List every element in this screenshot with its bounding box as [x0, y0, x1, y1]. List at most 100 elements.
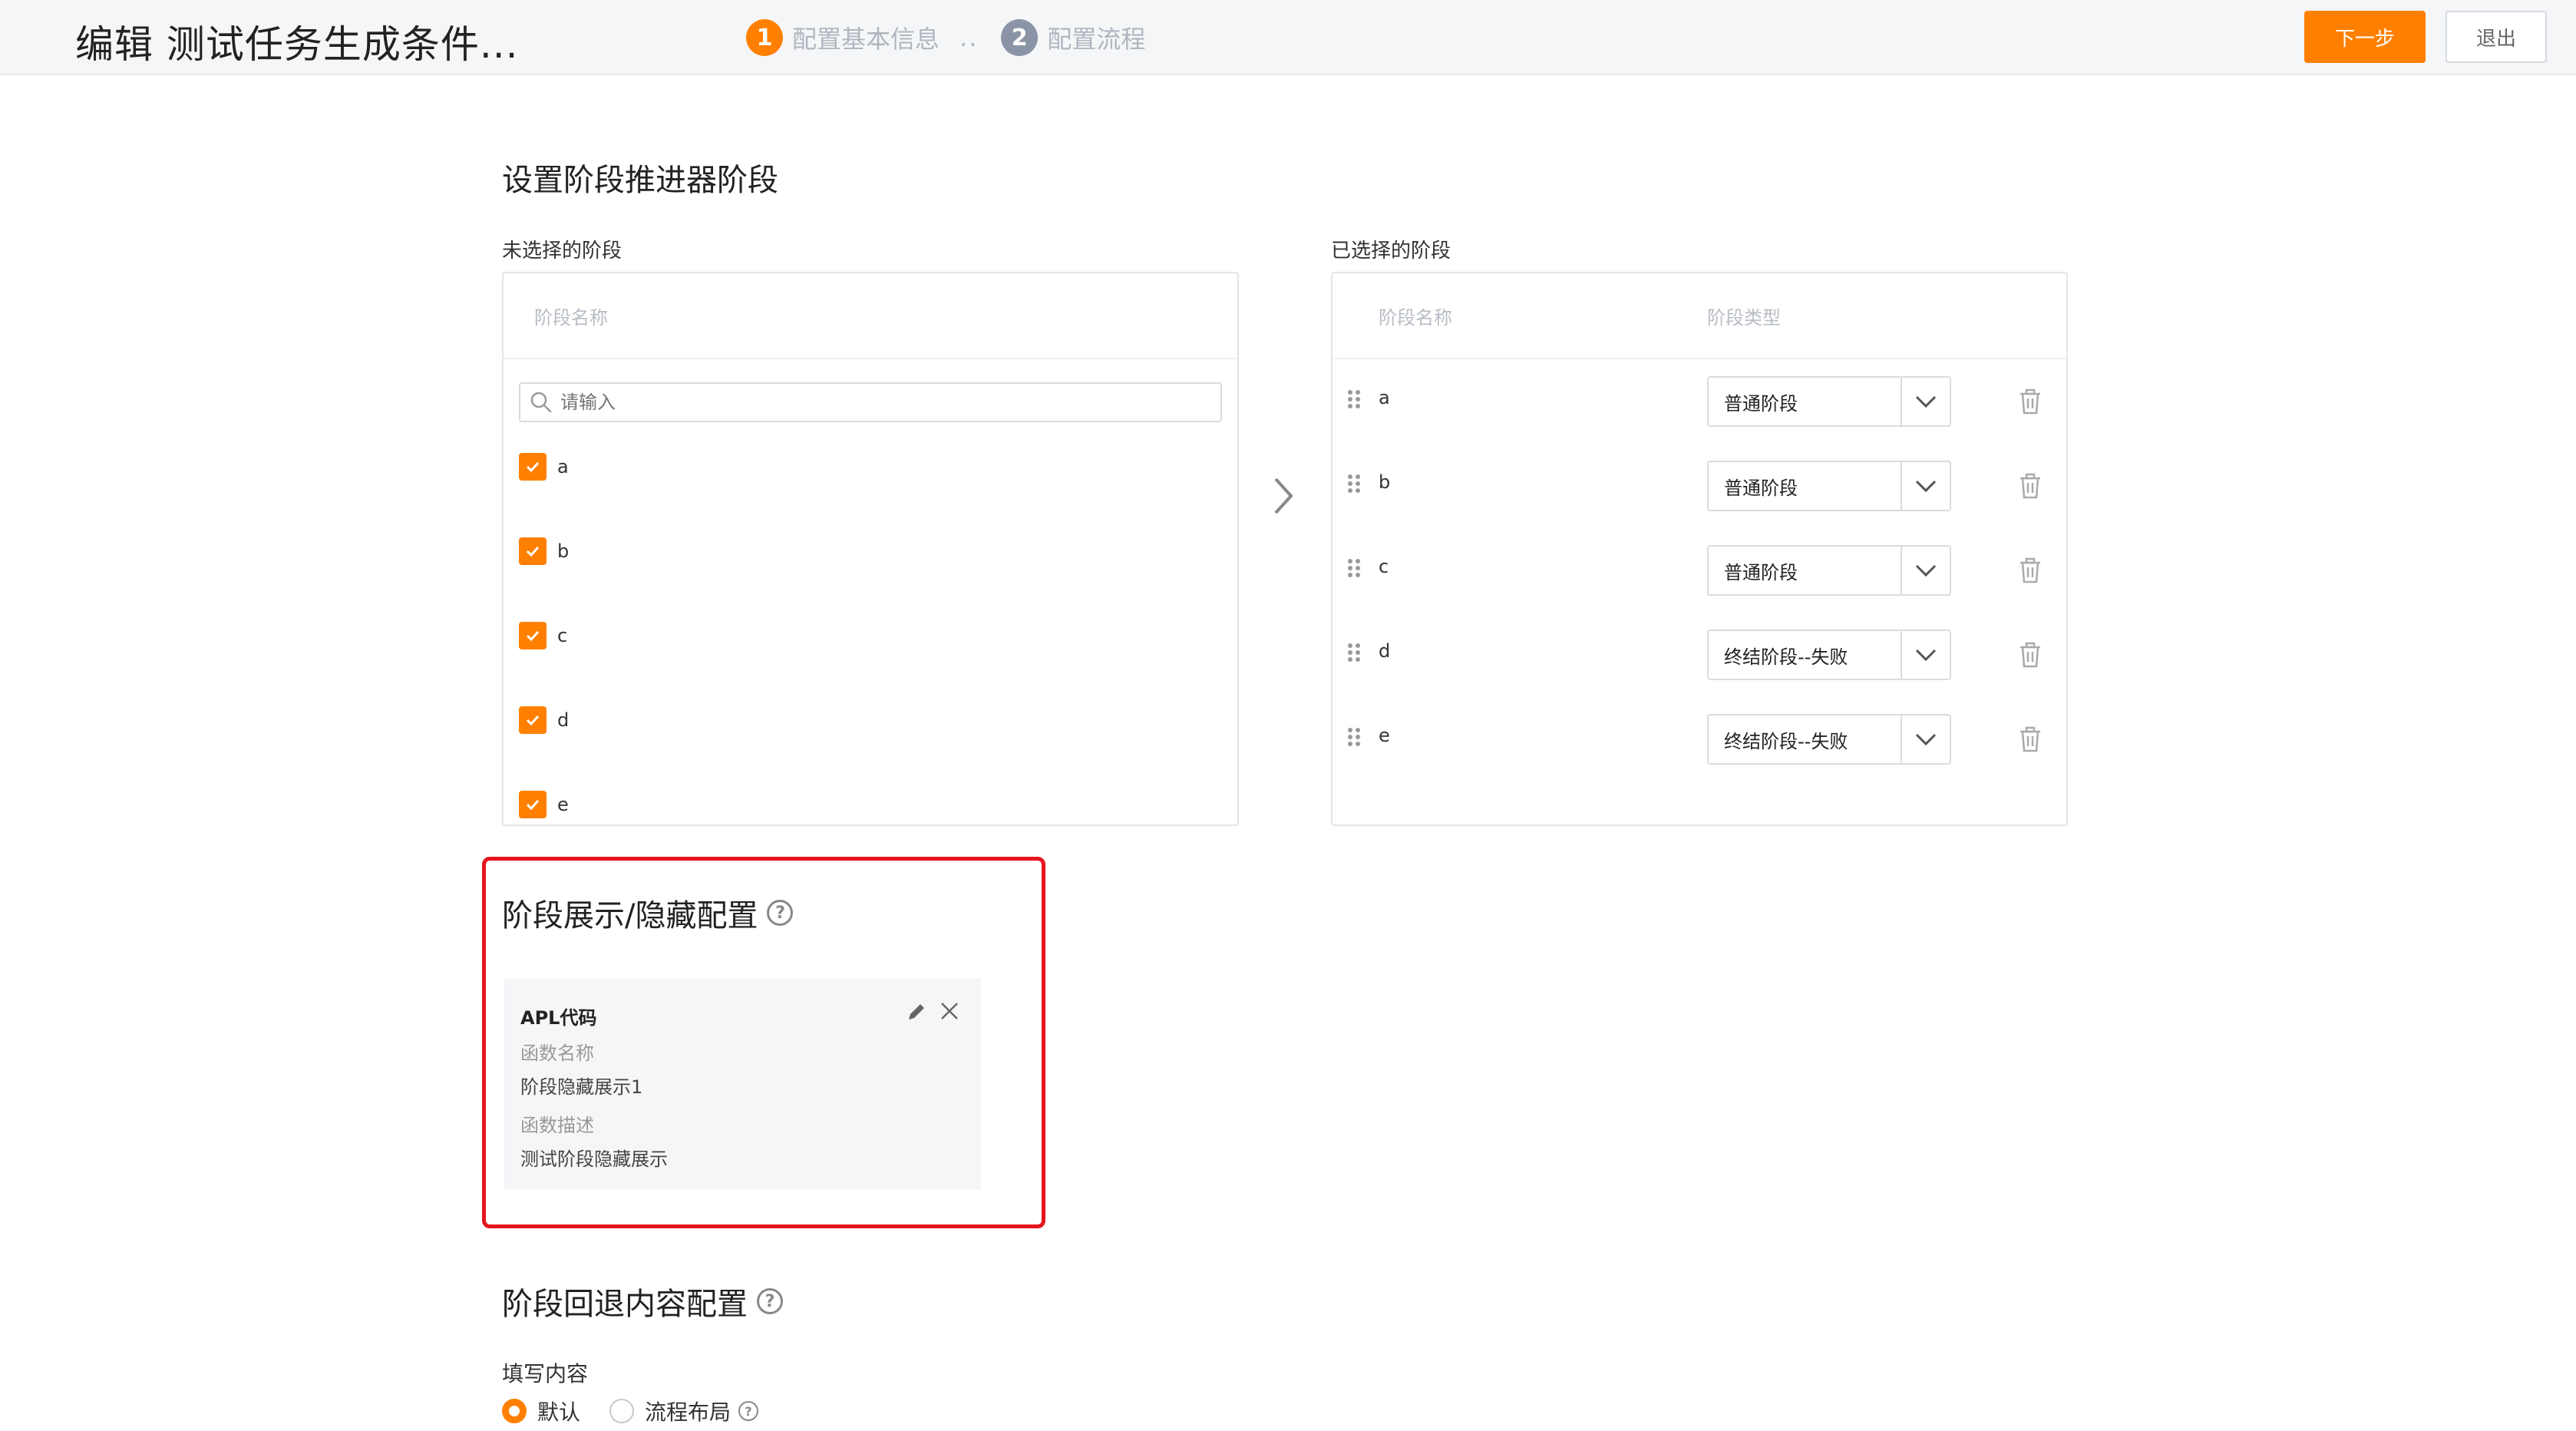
search-icon	[530, 392, 552, 413]
drag-handle-icon[interactable]	[1346, 557, 1362, 579]
stage-type-select[interactable]: 普通阶段	[1707, 545, 1951, 596]
stage-checkbox-row[interactable]: b	[519, 536, 569, 567]
stage-item-label: d	[557, 709, 570, 731]
drag-handle-icon[interactable]	[1346, 388, 1362, 410]
check-icon	[526, 630, 540, 642]
column-stage-name: 阶段名称	[534, 307, 608, 329]
unselected-stages-panel: 阶段名称 a b c d e	[502, 272, 1239, 826]
drag-handle-icon[interactable]	[1346, 642, 1362, 663]
checkbox-checked[interactable]	[519, 537, 547, 565]
transfer-right-icon[interactable]	[1270, 474, 1297, 517]
drag-handle-icon[interactable]	[1346, 473, 1362, 494]
pencil-icon[interactable]	[906, 1001, 927, 1023]
stage-item-label: a	[557, 456, 569, 478]
trash-icon[interactable]	[2019, 473, 2042, 499]
radio-option-default[interactable]: 默认	[502, 1396, 580, 1426]
chevron-down-icon[interactable]	[1901, 378, 1950, 425]
visibility-title-text: 阶段展示/隐藏配置	[502, 898, 758, 934]
stage-name: e	[1379, 725, 1390, 746]
stage-type-select[interactable]: 普通阶段	[1707, 461, 1951, 511]
stage-name: c	[1379, 556, 1389, 577]
stage-checkbox-row[interactable]: e	[519, 789, 569, 820]
function-desc-value: 测试阶段隐藏展示	[520, 1148, 668, 1170]
radio-selected[interactable]	[502, 1399, 527, 1423]
stage-checkbox-row[interactable]: c	[519, 620, 567, 651]
check-icon	[526, 799, 540, 811]
stage-type-value: 终结阶段--失败	[1724, 730, 1848, 752]
selected-stage-row: d 终结阶段--失败	[1333, 630, 2066, 683]
selected-stage-row: c 普通阶段	[1333, 545, 2066, 599]
trash-icon[interactable]	[2019, 557, 2042, 583]
page-title: 编辑 测试任务生成条件...	[75, 22, 519, 67]
radio-label: 流程布局	[645, 1400, 732, 1425]
rollback-section-title: 阶段回退内容配置 ?	[502, 1279, 783, 1324]
check-icon	[526, 546, 540, 557]
stage-type-select[interactable]: 终结阶段--失败	[1707, 630, 1951, 680]
stepper: 1 配置基本信息 .. 2 配置流程	[746, 18, 1145, 57]
close-icon[interactable]	[938, 1000, 961, 1023]
stage-name: a	[1379, 387, 1390, 408]
selected-stage-row: b 普通阶段	[1333, 461, 2066, 514]
stage-type-value: 普通阶段	[1724, 477, 1798, 499]
panel-header: 阶段名称 阶段类型	[1333, 273, 2066, 359]
checkbox-checked[interactable]	[519, 791, 547, 818]
exit-button[interactable]: 退出	[2446, 11, 2547, 63]
drag-handle-icon[interactable]	[1346, 726, 1362, 748]
next-step-button[interactable]: 下一步	[2304, 11, 2426, 63]
rollback-title-text: 阶段回退内容配置	[502, 1287, 748, 1322]
stage-item-label: e	[557, 794, 569, 815]
stage-type-value: 普通阶段	[1724, 392, 1798, 415]
stage-section-title: 设置阶段推进器阶段	[502, 163, 778, 198]
radio-label: 默认	[537, 1400, 581, 1425]
stage-name: d	[1379, 640, 1391, 662]
step-separator: ..	[959, 23, 979, 52]
visibility-section-title: 阶段展示/隐藏配置 ?	[502, 891, 794, 935]
step-1-number[interactable]: 1	[746, 19, 783, 56]
step-2-number[interactable]: 2	[1001, 19, 1039, 56]
apl-code-card: APL代码 函数名称 阶段隐藏展示1 函数描述 测试阶段隐藏展示	[504, 978, 981, 1190]
step-1-label[interactable]: 配置基本信息	[792, 20, 940, 55]
step-2-label[interactable]: 配置流程	[1047, 20, 1145, 55]
chevron-down-icon[interactable]	[1901, 547, 1950, 594]
stage-type-select[interactable]: 终结阶段--失败	[1707, 714, 1951, 765]
function-desc-label: 函数描述	[520, 1115, 594, 1136]
trash-icon[interactable]	[2019, 388, 2042, 415]
selected-stage-row: e 终结阶段--失败	[1333, 714, 2066, 768]
function-name-value: 阶段隐藏展示1	[520, 1076, 643, 1098]
checkbox-checked[interactable]	[519, 622, 547, 649]
help-icon[interactable]: ?	[757, 1288, 783, 1314]
stage-item-label: b	[557, 540, 570, 562]
chevron-down-icon[interactable]	[1901, 631, 1950, 679]
stage-item-label: c	[557, 625, 568, 646]
fill-content-label: 填写内容	[502, 1361, 589, 1386]
top-header: 编辑 测试任务生成条件... 1 配置基本信息 .. 2 配置流程 下一步 退出	[0, 0, 2576, 75]
stage-type-value: 普通阶段	[1724, 561, 1798, 583]
selected-stages-panel: 阶段名称 阶段类型 a 普通阶段 b 普通阶段 c 普通阶段 d 终结阶段--失…	[1331, 272, 2068, 826]
column-stage-name: 阶段名称	[1379, 307, 1452, 329]
selected-stages-label: 已选择的阶段	[1331, 240, 1451, 263]
check-icon	[526, 461, 540, 473]
column-stage-type: 阶段类型	[1707, 307, 1781, 329]
stage-checkbox-row[interactable]: a	[519, 451, 569, 482]
card-title: APL代码	[520, 1007, 597, 1029]
stage-type-select[interactable]: 普通阶段	[1707, 376, 1951, 427]
chevron-down-icon[interactable]	[1901, 462, 1950, 510]
chevron-down-icon[interactable]	[1901, 716, 1950, 763]
stage-search-box[interactable]	[519, 382, 1222, 422]
trash-icon[interactable]	[2019, 726, 2042, 752]
function-name-label: 函数名称	[520, 1043, 594, 1064]
panel-header: 阶段名称	[504, 273, 1237, 359]
checkbox-checked[interactable]	[519, 453, 547, 481]
help-icon[interactable]: ?	[767, 900, 794, 926]
stage-search-input[interactable]	[560, 392, 1174, 413]
selected-stage-row: a 普通阶段	[1333, 376, 2066, 430]
check-icon	[526, 715, 540, 726]
help-icon[interactable]: ?	[738, 1401, 759, 1421]
checkbox-checked[interactable]	[519, 706, 547, 734]
radio-unselected[interactable]	[609, 1399, 634, 1423]
trash-icon[interactable]	[2019, 642, 2042, 668]
stage-name: b	[1379, 471, 1391, 493]
radio-option-flow-layout[interactable]: 流程布局 ?	[609, 1396, 759, 1426]
stage-checkbox-row[interactable]: d	[519, 705, 569, 735]
stage-type-value: 终结阶段--失败	[1724, 646, 1848, 668]
